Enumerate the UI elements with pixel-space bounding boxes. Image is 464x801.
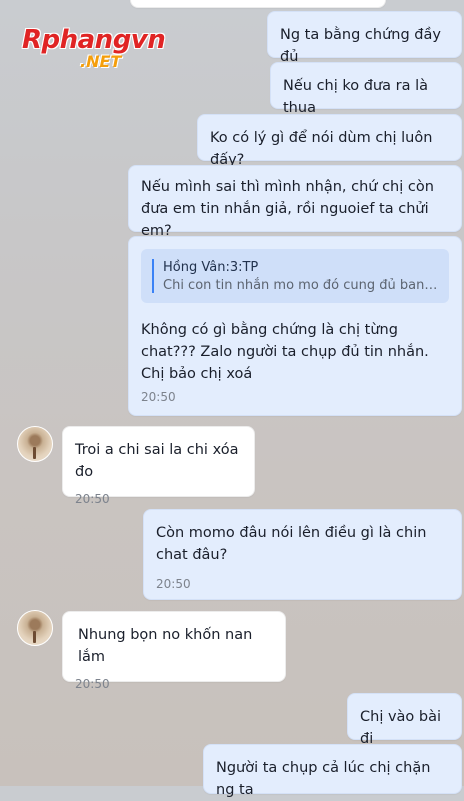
message-text: Không có gì bằng chứng là chị từng chat?… [141, 322, 429, 382]
message-text: Nếu mình sai thì mình nhận, chứ chị còn … [141, 179, 434, 239]
outgoing-message[interactable]: Ko có lý gì để nói dùm chị luôn đấy? [197, 114, 462, 168]
message-text: Người ta chụp cả lúc chị chặn ng ta [216, 760, 431, 798]
outgoing-message[interactable]: Còn momo đâu nói lên điều gì là chin cha… [143, 509, 462, 600]
contact-avatar[interactable] [17, 426, 53, 462]
site-watermark-logo: Rphangvn .NET [22, 25, 166, 74]
outgoing-message[interactable]: Nếu chị ko đưa ra là thua [270, 62, 462, 116]
outgoing-message[interactable]: Ng ta bằng chứng đầy đủ [267, 11, 462, 65]
outgoing-message[interactable]: Chị vào bài đi [347, 693, 462, 747]
chat-conversation: Rphangvn .NET Ng ta bằng chứng đầy đủ Nế… [0, 0, 464, 798]
cutoff-message-bubble [130, 0, 386, 8]
quoted-text: Chi con tin nhắn mo mo đó cung đủ bang c… [163, 278, 439, 293]
watermark-text: Rphangvn [22, 25, 166, 55]
message-text: Còn momo đâu nói lên điều gì là chin cha… [156, 525, 427, 563]
outgoing-message[interactable]: Người ta chụp cả lúc chị chặn ng ta [203, 744, 462, 798]
contact-avatar[interactable] [17, 610, 53, 646]
watermark-domain: .NET [80, 52, 122, 71]
message-time: 20:50 [75, 677, 110, 691]
message-time: 20:50 [75, 492, 110, 506]
incoming-message[interactable]: Nhung bọn no khốn nan lắm 20:50 [62, 611, 286, 691]
message-time: 20:50 [156, 577, 191, 591]
message-text: Nếu chị ko đưa ra là thua [283, 78, 428, 116]
message-text: Troi a chi sai la chi xóa đo [75, 442, 239, 480]
quoted-author: Hồng Vân:3:TP [163, 260, 259, 275]
message-text: Nhung bọn no khốn nan lắm [78, 627, 253, 665]
outgoing-reply-message[interactable]: Hồng Vân:3:TP Chi con tin nhắn mo mo đó … [128, 236, 462, 416]
incoming-message[interactable]: Troi a chi sai la chi xóa đo 20:50 [62, 426, 255, 506]
message-time: 20:50 [141, 390, 176, 404]
quoted-message[interactable]: Hồng Vân:3:TP Chi con tin nhắn mo mo đó … [141, 249, 449, 303]
outgoing-message[interactable]: Nếu mình sai thì mình nhận, chứ chị còn … [128, 165, 462, 239]
